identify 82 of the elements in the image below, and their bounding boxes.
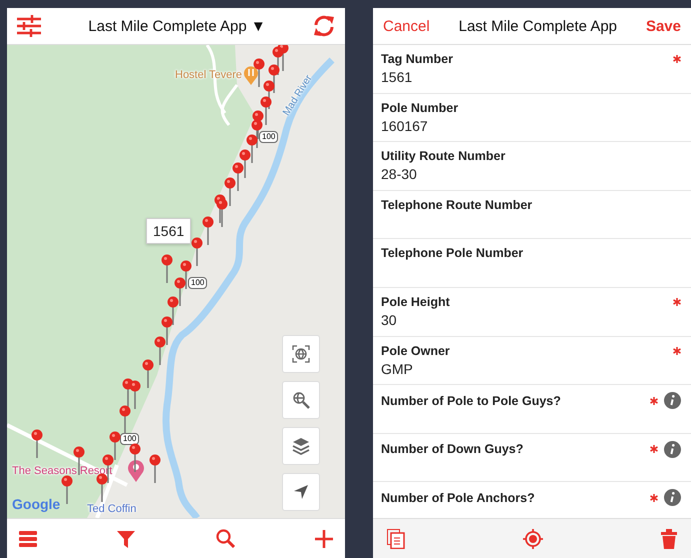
road-shield: 100	[188, 277, 208, 289]
field-value[interactable]: 160167	[381, 118, 428, 134]
globe-frame-button[interactable]	[282, 335, 320, 373]
field-label: Tag Number	[381, 52, 454, 66]
location-arrow-button[interactable]	[282, 473, 320, 511]
map-pin-icon[interactable]	[167, 296, 179, 326]
field-value[interactable]: 28-30	[381, 166, 417, 182]
map-pin-icon[interactable]	[232, 162, 244, 192]
map-label: Hostel Tevere	[175, 69, 242, 81]
map-pin-icon[interactable]	[119, 405, 131, 435]
map-pin-icon[interactable]	[142, 359, 154, 389]
copy-document-icon[interactable]	[387, 528, 405, 548]
map-pin-icon[interactable]	[96, 473, 108, 503]
layers-button[interactable]	[282, 427, 320, 465]
info-icon[interactable]	[664, 489, 681, 506]
filter-icon[interactable]	[117, 530, 136, 548]
field-label: Telephone Route Number	[381, 198, 534, 212]
globe-frame-icon	[292, 345, 310, 363]
search-icon[interactable]	[216, 529, 235, 548]
road-shield: 100	[259, 131, 278, 143]
field-value[interactable]: GMP	[381, 360, 413, 377]
map-label: Ted Coffin	[87, 503, 136, 515]
info-icon[interactable]	[664, 440, 681, 458]
refresh-icon[interactable]	[313, 15, 335, 37]
globe-search-icon	[292, 391, 310, 409]
map-pin-icon[interactable]	[31, 429, 43, 459]
map-pin-icon[interactable]	[161, 316, 173, 346]
location-arrow-icon	[293, 484, 309, 500]
map-pin-icon[interactable]	[191, 237, 203, 267]
road-shield: 100	[120, 433, 140, 445]
field-label: Number of Down Guys?	[381, 442, 524, 456]
map-pin-icon[interactable]	[61, 475, 73, 505]
map-pin-icon[interactable]	[272, 46, 284, 76]
map-pin-icon[interactable]	[216, 198, 228, 228]
field-label: Pole Number	[381, 100, 460, 115]
resort-pin-icon	[127, 458, 145, 482]
field-label: Pole Height	[381, 294, 451, 309]
form-title: Last Mile Complete App	[458, 18, 618, 34]
plus-icon[interactable]	[314, 530, 333, 548]
google-logo: Google	[12, 496, 60, 512]
field-label: Pole Owner	[381, 344, 451, 358]
list-icon[interactable]	[19, 530, 37, 546]
map-pin-icon[interactable]	[109, 431, 121, 461]
map-pin-icon[interactable]	[260, 96, 272, 126]
map-pin-icon[interactable]	[154, 336, 166, 366]
required-asterisk-icon	[650, 445, 658, 454]
cancel-button[interactable]: Cancel	[383, 18, 430, 34]
map-pin-icon[interactable]	[149, 454, 161, 484]
map-pin-icon[interactable]	[180, 260, 192, 290]
field-label: Number of Pole to Pole Guys?	[381, 394, 562, 408]
map-pin-icon[interactable]	[263, 80, 275, 110]
map-pin-icon[interactable]	[253, 58, 265, 88]
map-pin-icon[interactable]	[161, 254, 173, 284]
map-pin-icon[interactable]	[246, 134, 258, 164]
pin-callout: 1561	[146, 218, 192, 244]
map-pin-icon[interactable]	[268, 64, 280, 94]
map-pin-icon[interactable]	[239, 149, 251, 179]
map-pin-icon[interactable]	[129, 380, 141, 410]
info-icon[interactable]	[664, 392, 681, 410]
sliders-icon[interactable]	[17, 15, 41, 37]
required-asterisk-icon	[673, 346, 681, 355]
restaurant-pin-icon	[243, 65, 259, 85]
trash-icon[interactable]	[661, 528, 677, 548]
field-label: Number of Pole Anchors?	[381, 490, 536, 505]
field-value[interactable]: 1561	[381, 69, 412, 85]
map-pin-icon[interactable]	[174, 277, 186, 307]
globe-search-button[interactable]	[282, 381, 320, 419]
required-asterisk-icon	[673, 55, 681, 63]
field-label: Utility Route Number	[381, 149, 506, 164]
required-asterisk-icon	[673, 298, 681, 306]
required-asterisk-icon	[650, 396, 658, 405]
field-value[interactable]: 30	[381, 312, 397, 328]
map-pin-icon[interactable]	[224, 177, 236, 207]
app-title[interactable]: Last Mile Complete App ▼	[88, 18, 266, 34]
map-pin-icon[interactable]	[129, 443, 141, 473]
save-button[interactable]: Save	[646, 18, 681, 34]
required-asterisk-icon	[650, 494, 658, 502]
field-label: Telephone Pole Number	[381, 246, 524, 260]
crosshair-icon[interactable]	[523, 528, 543, 548]
map-pin-icon[interactable]	[251, 119, 263, 149]
layers-icon	[292, 437, 310, 455]
map-pin-icon[interactable]	[202, 216, 214, 246]
